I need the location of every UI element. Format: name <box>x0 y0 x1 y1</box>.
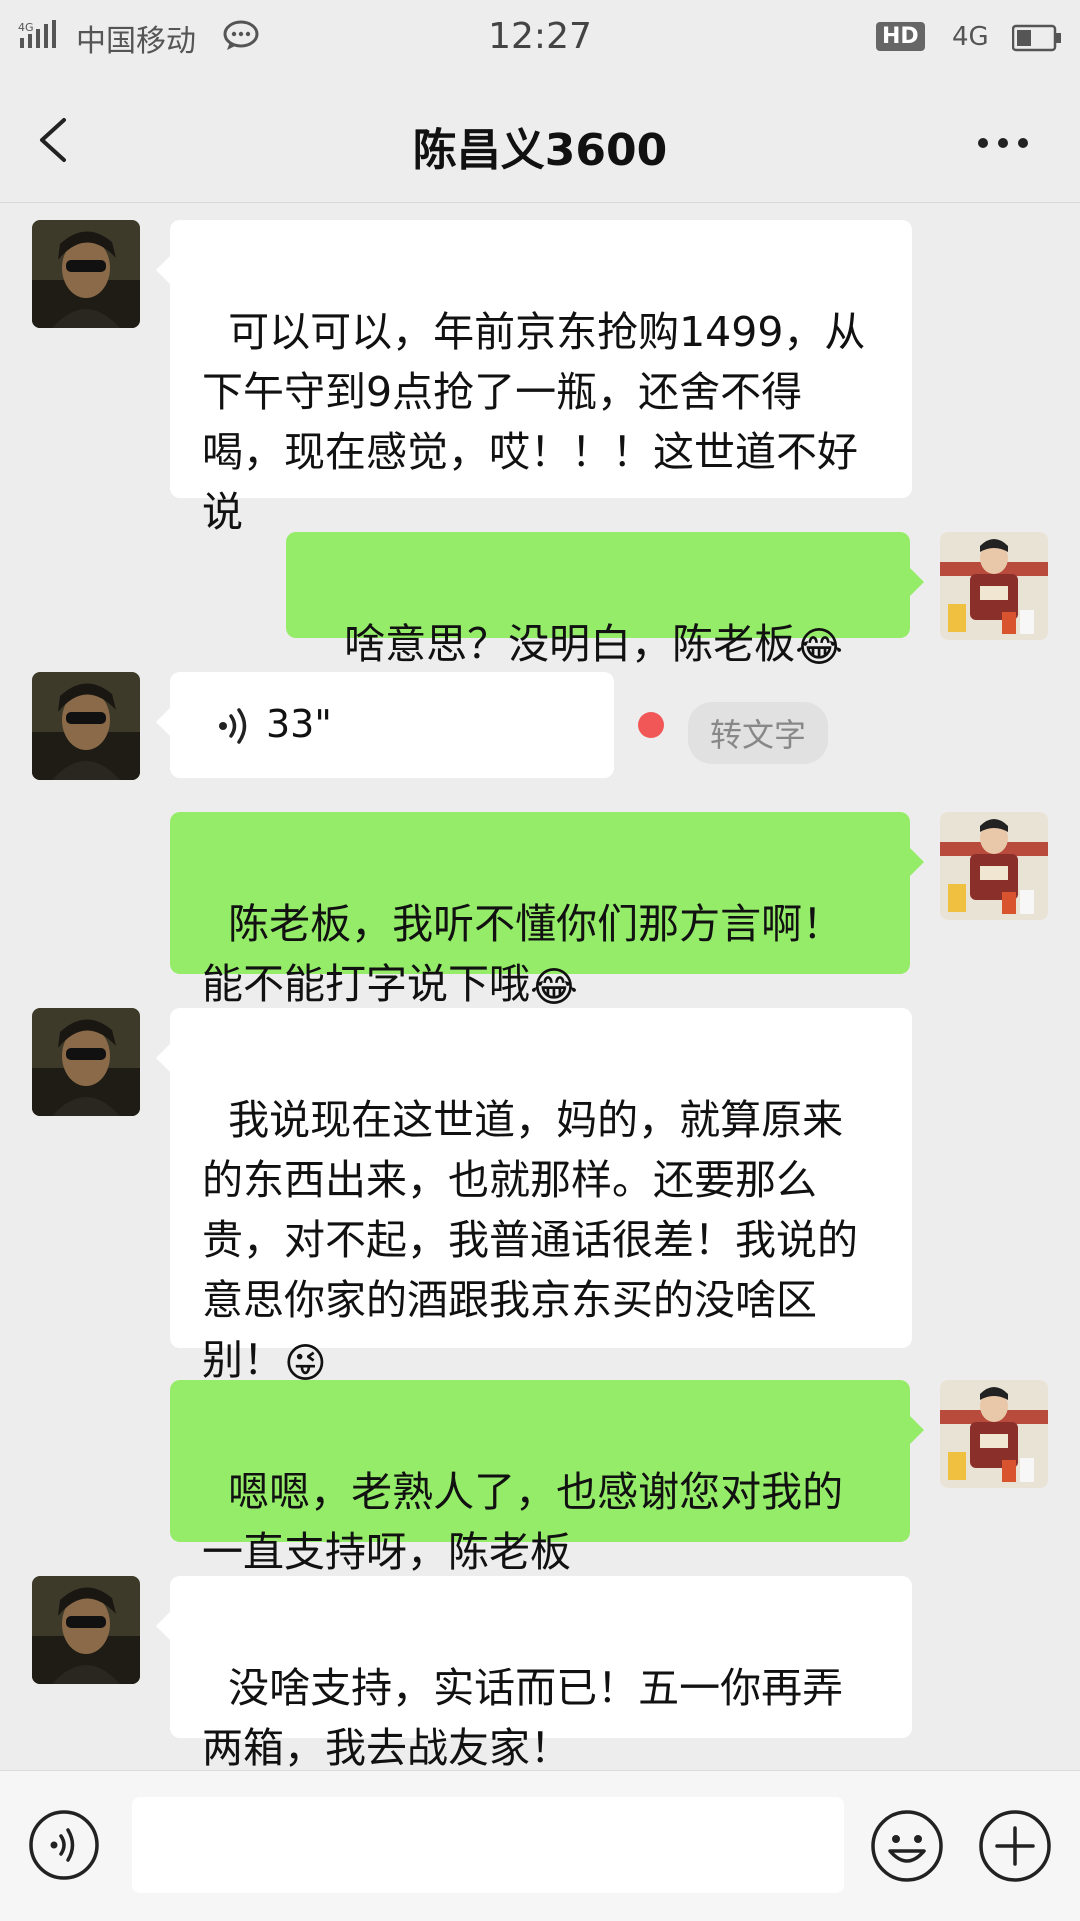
my-avatar[interactable] <box>940 812 1048 920</box>
voice-message-bubble[interactable]: 33" <box>156 672 614 778</box>
chat-title: 陈昌义3600 <box>412 125 668 176</box>
contact-avatar-image <box>32 672 140 780</box>
unread-dot <box>638 712 664 738</box>
my-avatar[interactable] <box>940 1380 1048 1488</box>
network-type: 4G <box>952 22 989 52</box>
contact-avatar-image <box>32 1576 140 1684</box>
contact-avatar[interactable] <box>32 220 140 328</box>
plus-icon[interactable] <box>978 1809 1052 1883</box>
hd-badge: HD <box>876 22 925 51</box>
voice-input-icon[interactable] <box>28 1809 100 1881</box>
message-input[interactable] <box>132 1797 844 1893</box>
message-text: 嗯嗯，老熟人了，也感谢您对我的一直支持呀，陈老板 <box>202 1468 844 1576</box>
contact-avatar[interactable] <box>32 672 140 780</box>
status-bar: 4G 中国移动 12:27 HD 4G <box>0 0 1080 78</box>
my-avatar-image <box>940 532 1048 640</box>
message-text: 啥意思？没明白，陈老板 <box>344 620 796 668</box>
my-avatar-image <box>940 1380 1048 1488</box>
contact-avatar[interactable] <box>32 1576 140 1684</box>
message-bubble-outgoing[interactable]: 啥意思？没明白，陈老板😂 <box>286 532 924 671</box>
chat-header: 陈昌义3600 <box>0 78 1080 203</box>
emoji-icon[interactable] <box>870 1809 944 1883</box>
laughing-emoji-icon: 😂 <box>795 623 843 671</box>
contact-avatar[interactable] <box>32 1008 140 1116</box>
message-bubble-incoming[interactable]: 可以可以，年前京东抢购1499，从下午守到9点抢了一瓶，还舍不得喝，现在感觉，哎… <box>156 220 912 536</box>
convert-to-text-button[interactable]: 转文字 <box>688 702 829 764</box>
message-bubble-incoming[interactable]: 我说现在这世道，妈的，就算原来的东西出来，也就那样。还要那么贵，对不起，我普通话… <box>156 1008 912 1387</box>
message-bubble-outgoing[interactable]: 嗯嗯，老熟人了，也感谢您对我的一直支持呀，陈老板 <box>170 1380 924 1576</box>
message-text: 没啥支持，实话而已！五一你再弄两箱，我去战友家！ <box>202 1664 844 1772</box>
message-text: 陈老板，我听不懂你们那方言啊！能不能打字说下哦 <box>202 900 844 1008</box>
more-dots-icon[interactable] <box>976 136 1030 150</box>
message-bubble-incoming[interactable]: 没啥支持，实话而已！五一你再弄两箱，我去战友家！ <box>156 1576 912 1772</box>
chat-input-bar <box>0 1770 1080 1921</box>
contact-avatar-image <box>32 220 140 328</box>
message-text: 可以可以，年前京东抢购1499，从下午守到9点抢了一瓶，还舍不得喝，现在感觉，哎… <box>202 308 866 536</box>
my-avatar-image <box>940 812 1048 920</box>
battery-icon <box>1012 24 1061 52</box>
voice-duration: 33" <box>266 702 332 746</box>
message-bubble-outgoing[interactable]: 陈老板，我听不懂你们那方言啊！能不能打字说下哦😂 <box>170 812 924 1011</box>
my-avatar[interactable] <box>940 532 1048 640</box>
contact-avatar-image <box>32 1008 140 1116</box>
voice-wave-icon <box>219 708 247 744</box>
